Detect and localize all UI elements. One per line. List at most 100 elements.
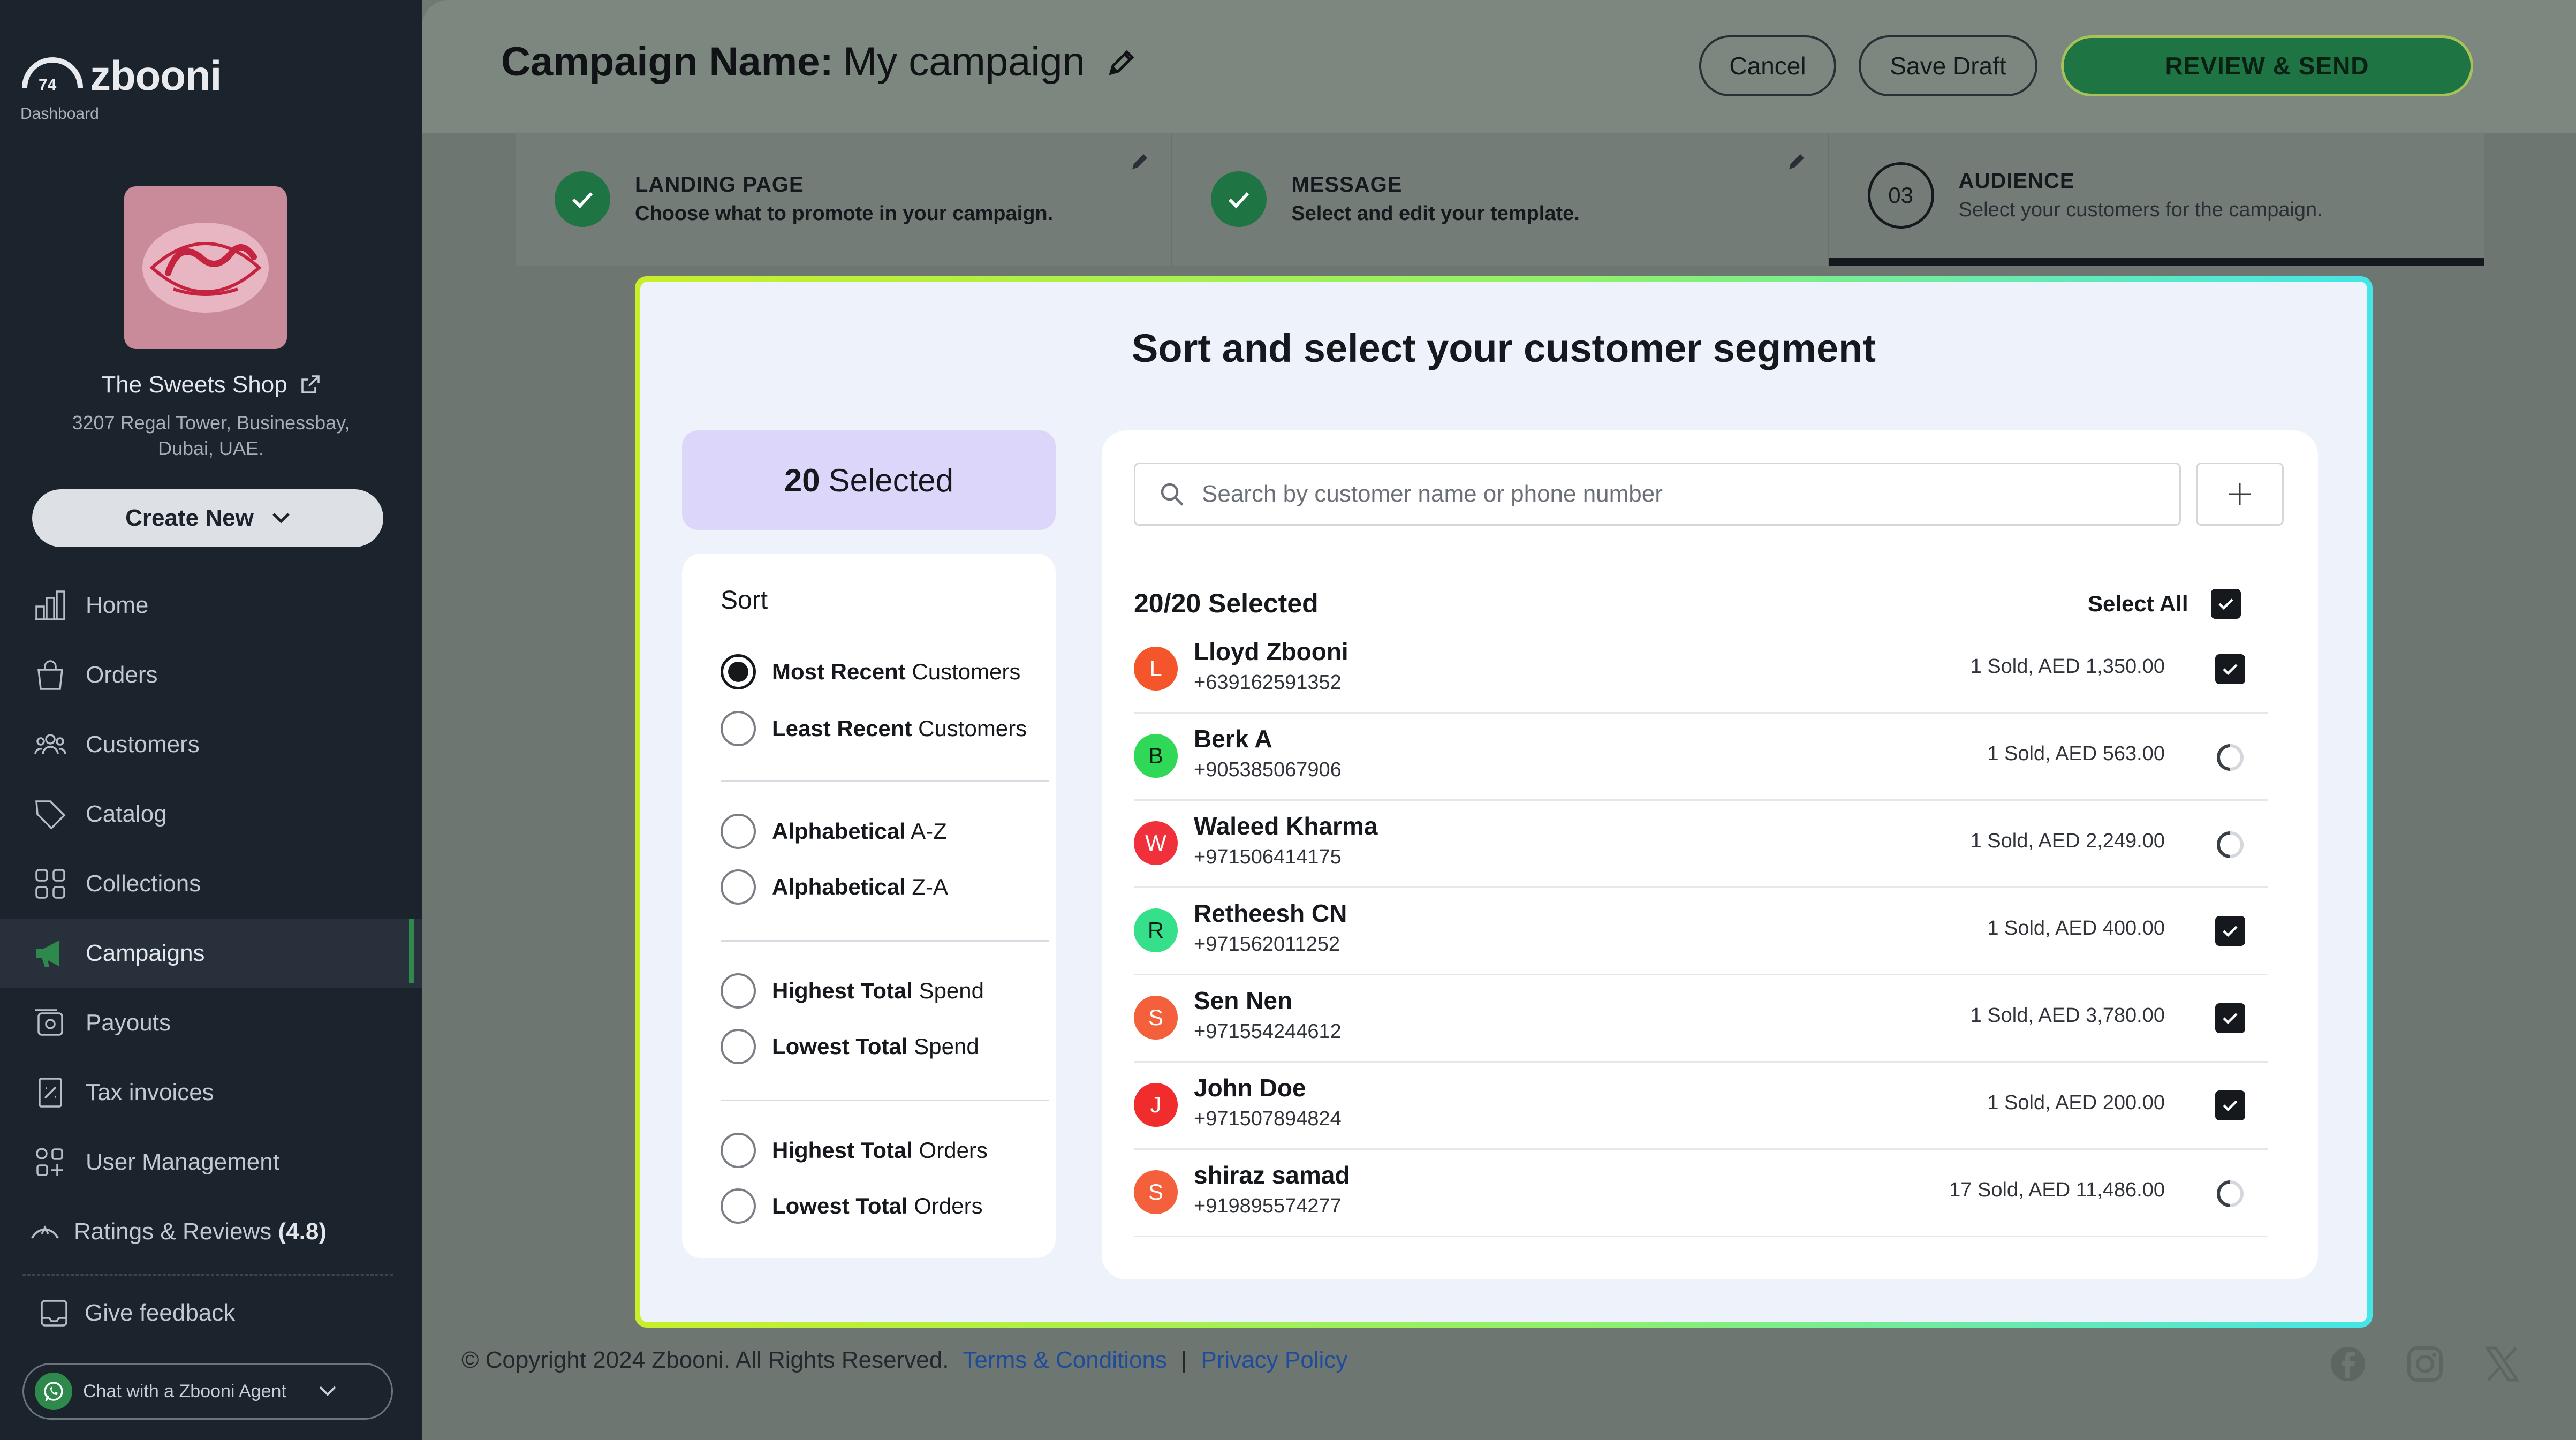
ratings-label-group: Ratings & Reviews (4.8) [74, 1218, 327, 1245]
customer-phone: +639162591352 [1194, 671, 1342, 694]
sort-option-label: Lowest Total Orders [772, 1193, 983, 1219]
sidebar-item-user-management[interactable]: User Management [0, 1127, 422, 1197]
sort-lowest-orders[interactable]: Lowest Total Orders [721, 1188, 983, 1224]
sort-option-bold: Alphabetical [772, 818, 906, 844]
sidebar-item-customers[interactable]: Customers [0, 710, 422, 779]
facebook-icon[interactable] [2329, 1345, 2367, 1383]
radio-unselected[interactable] [721, 973, 756, 1009]
avatar: S [1134, 1170, 1178, 1214]
customer-checkbox[interactable] [2215, 916, 2245, 946]
shop-address: 3207 Regal Tower, Businessbay, Dubai, UA… [0, 410, 422, 461]
sort-alpha-za[interactable]: Alphabetical Z-A [721, 869, 948, 905]
invoice-icon [39, 1078, 62, 1108]
customer-checkbox[interactable] [2215, 1003, 2245, 1033]
sort-alpha-az[interactable]: Alphabetical A-Z [721, 814, 947, 849]
sort-option-rest: Orders [912, 1138, 988, 1163]
review-send-button[interactable]: REVIEW & SEND [2061, 35, 2473, 96]
radio-unselected[interactable] [721, 711, 756, 746]
sort-lowest-spend[interactable]: Lowest Total Spend [721, 1029, 979, 1064]
check-icon [2223, 1100, 2238, 1112]
chart-icon [35, 590, 65, 620]
cancel-button[interactable]: Cancel [1699, 35, 1836, 96]
edit-pencil-icon[interactable] [1107, 47, 1138, 78]
customer-name: Retheesh CN [1194, 899, 1347, 927]
sidebar-item-catalog[interactable]: Catalog [0, 779, 422, 849]
zbooni-logo[interactable]: 74 zbooni [20, 51, 222, 100]
sidebar-item-label: Catalog [86, 801, 167, 827]
sidebar-item-orders[interactable]: Orders [0, 640, 422, 710]
customer-row[interactable]: S Sen Nen +971554244612 1 Sold, AED 3,78… [1134, 975, 2268, 1063]
customer-row[interactable]: R Retheesh CN +971562011252 1 Sold, AED … [1134, 888, 2268, 975]
customer-rows: L Lloyd Zbooni +639162591352 1 Sold, AED… [1134, 626, 2268, 1237]
sort-option-label: Lowest Total Spend [772, 1034, 979, 1059]
sort-option-label: Highest Total Spend [772, 978, 984, 1004]
feedback-label: Give feedback [85, 1300, 236, 1326]
customer-row[interactable]: J John Doe +971507894824 1 Sold, AED 200… [1134, 1063, 2268, 1150]
privacy-link[interactable]: Privacy Policy [1201, 1347, 1347, 1374]
radio-unselected[interactable] [721, 1133, 756, 1168]
sort-least-recent[interactable]: Least Recent Customers [721, 711, 1027, 746]
customer-phone: +971562011252 [1194, 933, 1340, 956]
select-all-checkbox[interactable] [2211, 589, 2241, 619]
x-icon[interactable] [2483, 1345, 2521, 1383]
save-draft-button[interactable]: Save Draft [1859, 35, 2037, 96]
search-icon [1161, 483, 1184, 506]
sidebar-item-ratings[interactable]: Ratings & Reviews (4.8) [0, 1197, 422, 1267]
search-input[interactable]: Search by customer name or phone number [1134, 463, 2181, 526]
sidebar-item-collections[interactable]: Collections [0, 849, 422, 919]
step-audience[interactable]: 03 AUDIENCE Select your customers for th… [1829, 133, 2484, 266]
customer-checkbox[interactable] [2215, 654, 2245, 684]
terms-link[interactable]: Terms & Conditions [963, 1347, 1166, 1374]
instagram-icon[interactable] [2406, 1345, 2444, 1383]
sidebar-item-label: User Management [86, 1149, 279, 1175]
step-text: LANDING PAGE Choose what to promote in y… [635, 173, 1053, 225]
chat-agent-button[interactable]: Chat with a Zbooni Agent [22, 1363, 393, 1420]
avatar: J [1134, 1083, 1178, 1127]
customer-row[interactable]: S shiraz samad +919895574277 17 Sold, AE… [1134, 1150, 2268, 1237]
sort-highest-orders[interactable]: Highest Total Orders [721, 1133, 988, 1168]
edit-step-icon[interactable] [1786, 151, 1807, 172]
customer-row[interactable]: B Berk A +905385067906 1 Sold, AED 563.0… [1134, 714, 2268, 801]
select-all-label[interactable]: Select All [2088, 591, 2188, 617]
campaign-title-value: My campaign [843, 39, 1085, 85]
add-customer-button[interactable] [2196, 463, 2284, 526]
step-message[interactable]: MESSAGE Select and edit your template. [1172, 133, 1829, 266]
sidebar-item-tax-invoices[interactable]: Tax invoices [0, 1058, 422, 1127]
sort-most-recent[interactable]: Most Recent Customers [721, 654, 1020, 689]
sidebar-item-campaigns[interactable]: Campaigns [0, 919, 422, 988]
sort-divider [721, 780, 1049, 782]
edit-step-icon[interactable] [1129, 151, 1150, 172]
sort-option-rest: Z-A [905, 874, 949, 899]
customer-sales: 1 Sold, AED 3,780.00 [1970, 1004, 2165, 1027]
sidebar-item-label: Orders [86, 662, 158, 688]
step-landing-page[interactable]: LANDING PAGE Choose what to promote in y… [516, 133, 1173, 266]
radio-selected[interactable] [721, 654, 756, 689]
chevron-down-icon [319, 1386, 336, 1396]
customer-checkbox[interactable] [2215, 1090, 2245, 1120]
shop-address-line2: Dubai, UAE. [157, 437, 264, 459]
give-feedback-link[interactable]: Give feedback [39, 1298, 235, 1329]
sidebar-divider [22, 1274, 393, 1276]
radio-unselected[interactable] [721, 1029, 756, 1064]
shop-name[interactable]: The Sweets Shop [0, 372, 422, 398]
sort-option-rest: Spend [907, 1034, 979, 1059]
sidebar-item-home[interactable]: Home [0, 571, 422, 640]
customer-row[interactable]: W Waleed Kharma +971506414175 1 Sold, AE… [1134, 801, 2268, 888]
sort-option-bold: Least Recent [772, 716, 912, 741]
sort-highest-spend[interactable]: Highest Total Spend [721, 973, 984, 1009]
customer-phone: +971506414175 [1194, 846, 1342, 868]
create-new-button[interactable]: Create New [32, 489, 383, 547]
chevron-down-icon [272, 513, 290, 524]
customer-phone: +971554244612 [1194, 1020, 1342, 1043]
sidebar-item-payouts[interactable]: Payouts [0, 988, 422, 1058]
radio-unselected[interactable] [721, 1188, 756, 1224]
customer-name: Berk A [1194, 725, 1272, 753]
sort-option-rest: Spend [912, 978, 984, 1003]
customer-row[interactable]: L Lloyd Zbooni +639162591352 1 Sold, AED… [1134, 626, 2268, 714]
external-link-icon[interactable] [299, 374, 321, 396]
users-icon [34, 734, 66, 755]
plus-icon [2229, 483, 2251, 505]
radio-unselected[interactable] [721, 814, 756, 849]
radio-unselected[interactable] [721, 869, 756, 905]
sort-option-rest: Orders [907, 1193, 983, 1218]
